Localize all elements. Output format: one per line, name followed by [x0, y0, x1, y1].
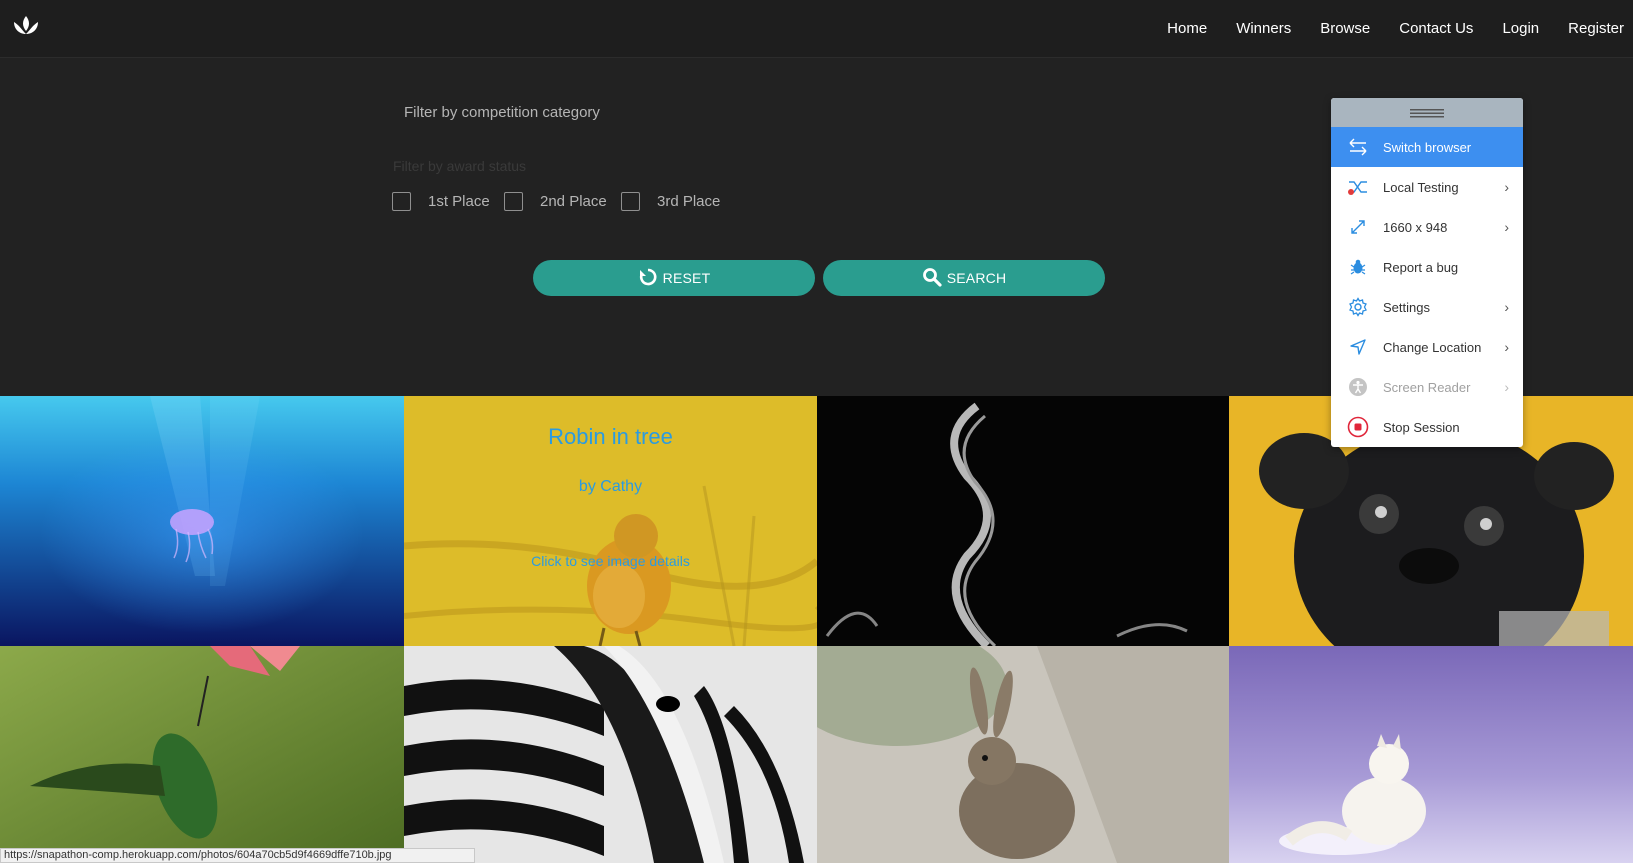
chevron-right-icon: ›: [1504, 179, 1509, 195]
nav-home-link[interactable]: Home: [1167, 20, 1207, 37]
jellyfish-photo: [0, 396, 404, 646]
reset-label: RESET: [662, 270, 711, 286]
search-label: SEARCH: [946, 270, 1007, 286]
search-icon: [922, 267, 942, 290]
settings-item[interactable]: Settings ›: [1331, 287, 1523, 327]
settings-label: Settings: [1383, 299, 1430, 315]
zebra-photo: [404, 646, 817, 863]
photo-tile-splash[interactable]: [817, 396, 1229, 646]
third-place-checkbox[interactable]: [621, 192, 640, 211]
photo-tile-hummingbird[interactable]: [0, 646, 404, 863]
photo-tile-jellyfish[interactable]: [0, 396, 404, 646]
nav-winners-link[interactable]: Winners: [1236, 20, 1291, 37]
lotus-logo-icon[interactable]: [12, 14, 40, 38]
local-testing-item[interactable]: Local Testing ›: [1331, 167, 1523, 207]
photo-tile-rabbit[interactable]: [817, 646, 1229, 863]
award-status-label: Filter by award status: [393, 158, 527, 174]
drag-lines-icon: [1410, 108, 1444, 117]
nav-browse-link[interactable]: Browse: [1320, 20, 1370, 37]
rabbit-photo: [817, 646, 1229, 863]
nav-login-link[interactable]: Login: [1502, 20, 1539, 37]
category-filter-select[interactable]: Filter by competition category: [404, 104, 600, 121]
location-arrow-icon: [1347, 336, 1369, 358]
hummingbird-photo: [0, 646, 404, 863]
chevron-right-icon: ›: [1504, 339, 1509, 355]
photo-tile-robin[interactable]: Robin in tree by Cathy Click to see imag…: [404, 396, 817, 646]
change-location-item[interactable]: Change Location ›: [1331, 327, 1523, 367]
second-place-label: 2nd Place: [540, 193, 607, 210]
panel-drag-handle[interactable]: [1331, 98, 1523, 127]
gear-icon: [1347, 296, 1369, 318]
testing-toolbar-panel: Switch browser Local Testing › 1660 x 94…: [1331, 98, 1523, 447]
report-bug-item[interactable]: Report a bug: [1331, 247, 1523, 287]
stop-session-label: Stop Session: [1383, 419, 1460, 435]
screen-reader-item[interactable]: Screen Reader ›: [1331, 367, 1523, 407]
photo-tile-arctic-fox[interactable]: [1229, 646, 1633, 863]
nav-links: Home Winners Browse Contact Us Login Reg…: [1167, 0, 1624, 56]
local-testing-label: Local Testing: [1383, 179, 1459, 195]
hover-photo-title: Robin in tree: [548, 424, 673, 449]
reset-button[interactable]: RESET: [533, 260, 815, 296]
water-splash-photo: [817, 396, 1229, 646]
shuffle-icon: [1347, 176, 1369, 198]
switch-browser-item[interactable]: Switch browser: [1331, 127, 1523, 167]
screen-reader-label: Screen Reader: [1383, 379, 1471, 395]
nav-contact-link[interactable]: Contact Us: [1399, 20, 1473, 37]
status-bar-url: https://snapathon-comp.herokuapp.com/pho…: [0, 848, 475, 863]
first-place-checkbox-row[interactable]: 1st Place: [392, 192, 490, 211]
first-place-label: 1st Place: [428, 193, 490, 210]
third-place-label: 3rd Place: [657, 193, 721, 210]
reset-icon: [638, 267, 658, 290]
top-navbar: Home Winners Browse Contact Us Login Reg…: [0, 0, 1633, 58]
nav-register-link[interactable]: Register: [1568, 20, 1624, 37]
first-place-checkbox[interactable]: [392, 192, 411, 211]
chevron-right-icon: ›: [1504, 299, 1509, 315]
second-place-checkbox[interactable]: [504, 192, 523, 211]
stop-session-item[interactable]: Stop Session: [1331, 407, 1523, 447]
second-place-checkbox-row[interactable]: 2nd Place: [504, 192, 607, 211]
photo-tile-zebra[interactable]: [404, 646, 817, 863]
hover-photo-cta[interactable]: Click to see image details: [404, 553, 817, 569]
arctic-fox-photo: [1229, 646, 1633, 863]
search-button[interactable]: SEARCH: [823, 260, 1105, 296]
bug-icon: [1347, 256, 1369, 278]
resize-icon: [1347, 216, 1369, 238]
stop-icon: [1347, 416, 1369, 438]
third-place-checkbox-row[interactable]: 3rd Place: [621, 192, 720, 211]
resolution-item[interactable]: 1660 x 948 ›: [1331, 207, 1523, 247]
switch-arrows-icon: [1347, 136, 1369, 158]
chevron-right-icon: ›: [1504, 219, 1509, 235]
resolution-label: 1660 x 948: [1383, 219, 1448, 235]
change-location-label: Change Location: [1383, 339, 1482, 355]
switch-browser-label: Switch browser: [1383, 139, 1472, 155]
chevron-right-icon: ›: [1504, 379, 1509, 395]
hover-photo-author: by Cathy: [578, 478, 643, 495]
report-bug-label: Report a bug: [1383, 259, 1459, 275]
accessibility-icon: [1347, 376, 1369, 398]
